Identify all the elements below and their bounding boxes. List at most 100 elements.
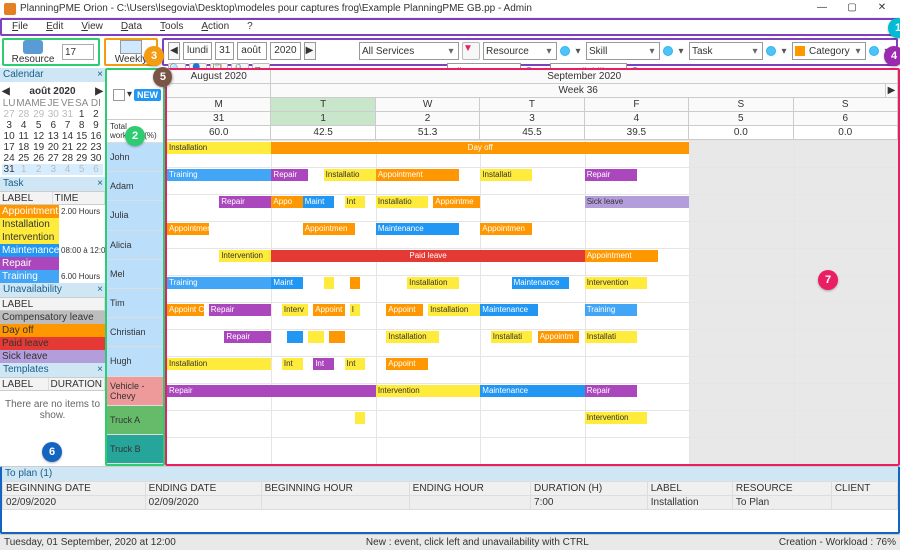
resource-dropdown[interactable]: Resource▾: [483, 42, 557, 60]
event[interactable]: Maintenance: [480, 304, 537, 316]
event[interactable]: Training: [585, 304, 637, 316]
dropdown-icon[interactable]: ▾: [127, 89, 132, 100]
event[interactable]: Appointment: [585, 250, 658, 262]
event[interactable]: Appointmen: [480, 223, 532, 235]
menu-data[interactable]: Data: [113, 18, 150, 36]
next-month-button[interactable]: ▶: [95, 86, 103, 97]
resource-row[interactable]: Vehicle - Chevy: [107, 377, 163, 406]
close-icon[interactable]: ×: [97, 283, 103, 297]
maximize-button[interactable]: ▢: [838, 1, 866, 17]
toggle-icon[interactable]: [766, 46, 776, 56]
date-day[interactable]: 31: [215, 42, 234, 60]
event[interactable]: Repair: [167, 385, 376, 397]
close-icon[interactable]: ×: [97, 363, 103, 377]
event[interactable]: Repair: [271, 169, 308, 181]
event[interactable]: Maint: [303, 196, 334, 208]
event[interactable]: Maintenance: [480, 385, 584, 397]
event[interactable]: Intervention: [376, 385, 480, 397]
event[interactable]: [287, 331, 303, 343]
list-item[interactable]: Maintenance08:00 à 12:00: [0, 244, 105, 257]
event[interactable]: Installati: [480, 169, 532, 181]
event[interactable]: I: [350, 304, 360, 316]
event[interactable]: Intervention: [585, 412, 648, 424]
event[interactable]: Installation: [167, 142, 271, 154]
event[interactable]: Repair: [209, 304, 272, 316]
resource-row[interactable]: Christian: [107, 318, 163, 347]
toggle-icon[interactable]: [560, 46, 570, 56]
menu-edit[interactable]: Edit: [38, 18, 71, 36]
list-item[interactable]: Training6.00 Hours: [0, 270, 105, 283]
task-dropdown[interactable]: Task▾: [689, 42, 763, 60]
event[interactable]: Appointm: [538, 331, 580, 343]
prev-month-button[interactable]: ◀: [2, 86, 10, 97]
event[interactable]: Appointme: [433, 196, 480, 208]
resource-button[interactable]: Resource: [8, 40, 58, 65]
table-row[interactable]: 02/09/202002/09/20207:00InstallationTo P…: [3, 496, 898, 510]
resource-row[interactable]: Mel: [107, 260, 163, 289]
list-item[interactable]: Day off: [0, 324, 105, 337]
grid-body[interactable]: 7 InstallationDay offTrainingRepairInsta…: [167, 140, 898, 464]
event[interactable]: Intervention: [585, 277, 648, 289]
event[interactable]: Appointmen: [303, 223, 355, 235]
event[interactable]: Repair: [585, 169, 637, 181]
event[interactable]: [329, 331, 345, 343]
event[interactable]: Installatio: [376, 196, 428, 208]
event[interactable]: Training: [167, 169, 271, 181]
event[interactable]: [308, 331, 324, 343]
funnel-icon[interactable]: ▼: [462, 42, 480, 60]
resource-row[interactable]: Adam: [107, 172, 163, 201]
category-dropdown[interactable]: Category▾: [792, 42, 866, 60]
date-next-button[interactable]: ▶: [304, 42, 316, 60]
event[interactable]: Sick leave: [585, 196, 689, 208]
event[interactable]: Repair: [224, 331, 271, 343]
event[interactable]: Interv: [282, 304, 308, 316]
event[interactable]: Installatio: [324, 169, 376, 181]
scroll-right-button[interactable]: ▶: [886, 84, 898, 97]
menu-tools[interactable]: Tools: [152, 18, 191, 36]
event[interactable]: Appointmen: [167, 223, 209, 235]
event[interactable]: Maint: [271, 277, 302, 289]
date-year[interactable]: 2020: [270, 42, 300, 60]
date-weekday[interactable]: lundi: [183, 42, 212, 60]
event[interactable]: Appoint: [386, 304, 423, 316]
menu-help[interactable]: ?: [239, 18, 261, 36]
list-item[interactable]: Sick leave: [0, 350, 105, 363]
list-item[interactable]: Paid leave: [0, 337, 105, 350]
event[interactable]: Repair: [219, 196, 271, 208]
menu-action[interactable]: Action: [193, 18, 237, 36]
event[interactable]: Installation: [386, 331, 438, 343]
close-icon[interactable]: ×: [97, 177, 103, 191]
resource-row[interactable]: Truck A: [107, 406, 163, 435]
event[interactable]: [350, 277, 360, 289]
event[interactable]: Appo: [271, 196, 302, 208]
filter-icon[interactable]: [113, 89, 125, 101]
minimize-button[interactable]: —: [808, 1, 836, 17]
event[interactable]: Installati: [585, 331, 637, 343]
service-dropdown[interactable]: All Services▾: [359, 42, 459, 60]
event[interactable]: Int: [282, 358, 303, 370]
event[interactable]: Int: [345, 358, 366, 370]
event[interactable]: Int: [313, 358, 334, 370]
list-item[interactable]: Installation: [0, 218, 105, 231]
close-button[interactable]: ✕: [868, 1, 896, 17]
event[interactable]: Installati: [491, 331, 533, 343]
list-item[interactable]: Repair: [0, 257, 105, 270]
event[interactable]: Maintenance: [376, 223, 460, 235]
resource-row[interactable]: Julia: [107, 201, 163, 230]
menu-view[interactable]: View: [73, 18, 111, 36]
event[interactable]: Intervention: [219, 250, 271, 262]
event[interactable]: Installation: [407, 277, 459, 289]
mini-calendar[interactable]: ◀août 2020▶ LUMAMEJEVESADI27282930311234…: [0, 82, 105, 177]
resource-row[interactable]: Tim: [107, 289, 163, 318]
event[interactable]: Appoint: [313, 304, 344, 316]
resource-row[interactable]: Alicia: [107, 231, 163, 260]
event[interactable]: Appointment: [376, 169, 460, 181]
list-item[interactable]: Intervention: [0, 231, 105, 244]
close-icon[interactable]: ×: [97, 68, 103, 82]
event[interactable]: Int: [345, 196, 366, 208]
date-prev-button[interactable]: ◀: [168, 42, 180, 60]
event[interactable]: Day off: [271, 142, 689, 154]
list-item[interactable]: Compensatory leave: [0, 311, 105, 324]
event[interactable]: [355, 412, 365, 424]
event[interactable]: Installation: [428, 304, 480, 316]
